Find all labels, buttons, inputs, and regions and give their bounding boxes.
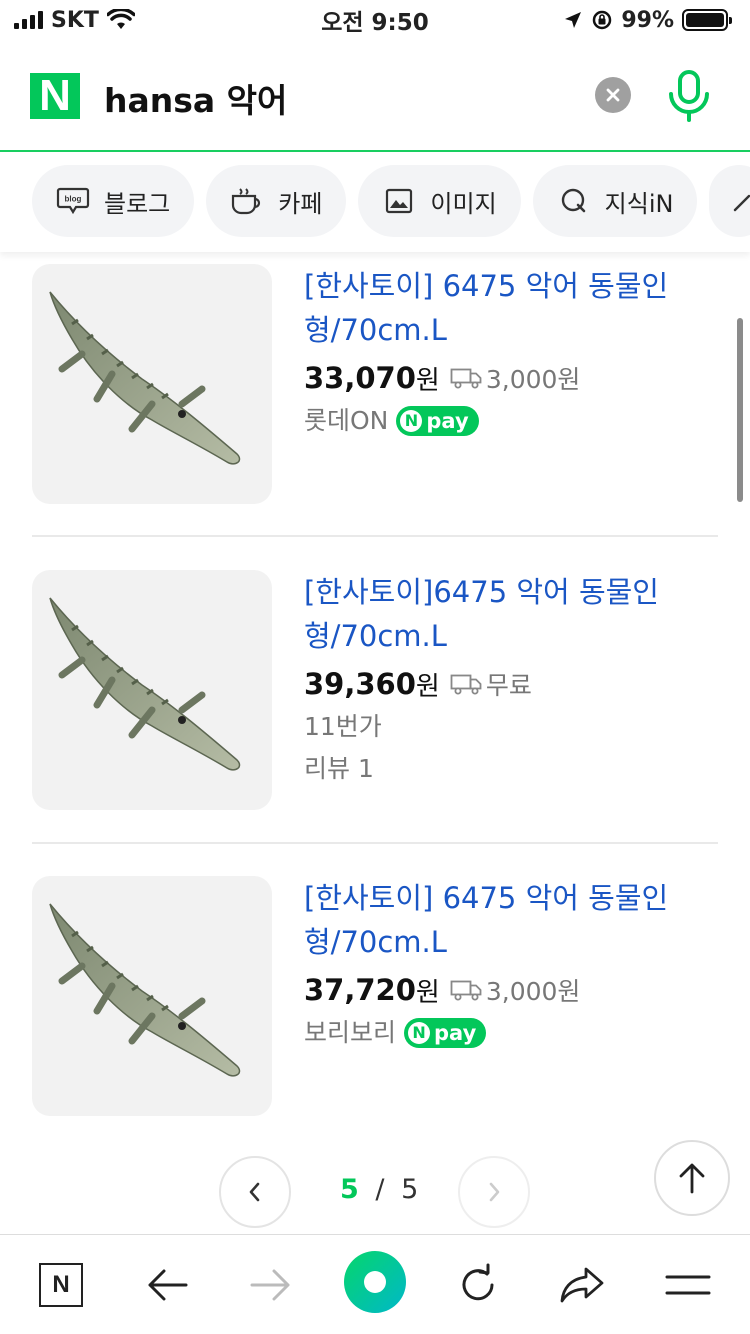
blog-icon: blog <box>56 186 90 216</box>
naver-home-icon: N <box>39 1263 83 1307</box>
delivery-truck-icon <box>450 368 482 389</box>
crocodile-plush-image <box>49 597 241 771</box>
search-input[interactable]: hansa 악어 <box>104 74 287 122</box>
microphone-icon <box>669 70 709 122</box>
currency-label: 원 <box>415 671 440 702</box>
scroll-to-top-button[interactable] <box>654 1140 730 1216</box>
currency-label: 원 <box>415 365 440 396</box>
battery-icon <box>682 9 732 31</box>
delivery-truck-icon <box>450 980 482 1001</box>
tab-more[interactable] <box>709 165 750 237</box>
chevron-left-icon <box>249 1182 260 1202</box>
seller-name[interactable]: 롯데ON <box>304 400 388 442</box>
chevron-right-icon <box>489 1182 500 1202</box>
refresh-button[interactable] <box>450 1257 506 1313</box>
next-page-button[interactable] <box>458 1156 530 1228</box>
review-row: 리뷰 1 <box>304 748 724 790</box>
total-pages: 5 <box>401 1174 419 1205</box>
arrow-right-icon <box>250 1269 290 1301</box>
npay-badge: Npay <box>396 406 479 436</box>
divider <box>32 535 718 537</box>
tab-kin-label: 지식iN <box>604 189 674 218</box>
naver-logo[interactable]: N <box>30 73 80 119</box>
price-row: 39,360 원 무료 <box>304 662 724 706</box>
product-title-link[interactable]: [한사토이] 6475 악어 동물인형/70cm.L <box>304 264 724 352</box>
tab-cafe[interactable]: 카페 <box>206 165 347 237</box>
green-dot-icon <box>344 1251 406 1313</box>
tab-cafe-label: 카페 <box>278 189 323 218</box>
image-icon <box>382 186 416 216</box>
product-price: 33,070 <box>304 361 416 395</box>
voice-search-button[interactable] <box>662 68 716 124</box>
seller-row: 11번가 <box>304 706 724 748</box>
price-row: 37,720 원 3,000원 <box>304 968 724 1012</box>
cafe-cup-icon <box>230 186 264 216</box>
clear-search-button[interactable] <box>595 77 631 113</box>
wifi-icon <box>106 9 135 29</box>
crocodile-plush-image <box>49 291 241 465</box>
hamburger-menu-icon <box>665 1275 711 1295</box>
product-price: 37,720 <box>304 973 416 1007</box>
product-thumbnail[interactable] <box>32 570 272 810</box>
divider <box>32 842 718 844</box>
price-row: 33,070 원 3,000원 <box>304 356 724 400</box>
product-price: 39,360 <box>304 667 416 701</box>
search-category-tabs: blog 블로그 카페 이미지 지식iN <box>0 152 750 252</box>
pagination: 5 / 5 <box>0 1156 750 1228</box>
signal-icon <box>14 11 43 29</box>
partial-tab-icon <box>727 186 750 216</box>
product-title-link[interactable]: [한사토이] 6475 악어 동물인형/70cm.L <box>304 876 724 964</box>
menu-button[interactable] <box>660 1257 716 1313</box>
shipping-fee: 무료 <box>485 671 532 700</box>
current-page: 5 <box>340 1174 359 1205</box>
scrollbar[interactable] <box>737 318 743 502</box>
location-arrow-icon <box>565 12 582 28</box>
arrow-left-icon <box>148 1269 188 1301</box>
product-thumbnail[interactable] <box>32 264 272 504</box>
refresh-icon <box>462 1263 494 1301</box>
seller-name[interactable]: 11번가 <box>304 706 382 748</box>
arrow-up-icon <box>679 1163 705 1194</box>
tab-image[interactable]: 이미지 <box>358 165 521 237</box>
kin-icon <box>557 186 591 216</box>
prev-page-button[interactable] <box>219 1156 291 1228</box>
green-dot-button[interactable] <box>342 1249 408 1315</box>
search-header: N hansa 악어 <box>0 40 750 152</box>
shipping-fee: 3,000원 <box>485 977 581 1006</box>
share-arrow-icon <box>560 1267 604 1303</box>
review-count[interactable]: 리뷰 1 <box>304 748 374 790</box>
tab-blog[interactable]: blog 블로그 <box>32 165 195 237</box>
forward-button[interactable] <box>243 1257 299 1313</box>
crocodile-plush-image <box>49 903 241 1077</box>
browser-toolbar: N <box>0 1234 750 1334</box>
tab-kin[interactable]: 지식iN <box>532 165 698 237</box>
tab-blog-label: 블로그 <box>104 189 171 218</box>
seller-row: 보리보리 Npay <box>304 1012 724 1054</box>
npay-n-icon: N <box>400 410 423 432</box>
close-icon <box>606 88 620 102</box>
delivery-truck-icon <box>450 674 482 695</box>
npay-label: pay <box>426 409 469 433</box>
share-button[interactable] <box>554 1257 610 1313</box>
npay-n-icon: N <box>408 1022 431 1044</box>
currency-label: 원 <box>415 977 440 1008</box>
carrier-label: SKT <box>51 7 99 33</box>
back-button[interactable] <box>139 1257 195 1313</box>
npay-label: pay <box>434 1021 477 1045</box>
status-bar: SKT 오전 9:50 99% <box>0 0 750 40</box>
rotation-lock-icon <box>593 10 612 30</box>
tab-image-label: 이미지 <box>430 189 497 218</box>
naver-home-button[interactable]: N <box>33 1257 89 1313</box>
npay-badge: Npay <box>404 1018 487 1048</box>
svg-text:blog: blog <box>65 195 82 204</box>
page-indicator: 5 / 5 <box>340 1174 418 1205</box>
shipping-fee: 3,000원 <box>485 365 581 394</box>
product-thumbnail[interactable] <box>32 876 272 1116</box>
battery-percent: 99% <box>621 7 674 33</box>
seller-row: 롯데ON Npay <box>304 400 724 442</box>
seller-name[interactable]: 보리보리 <box>304 1012 396 1054</box>
product-title-link[interactable]: [한사토이]6475 악어 동물인형/70cm.L <box>304 570 724 658</box>
page-separator: / <box>375 1174 385 1205</box>
